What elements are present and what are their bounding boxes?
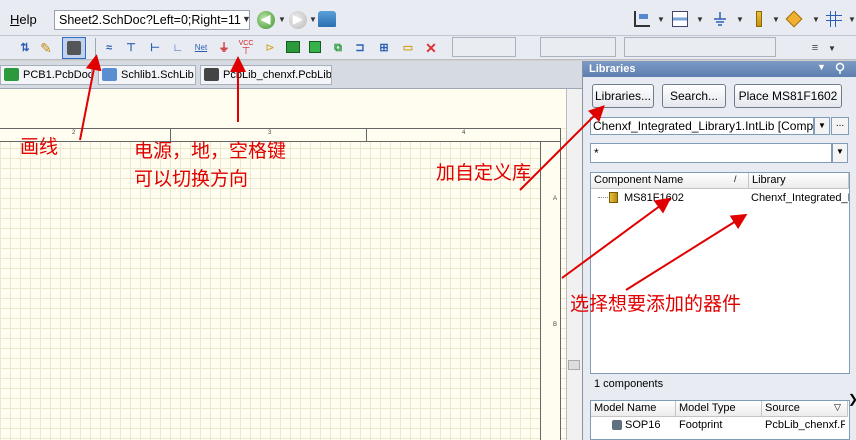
sheet-top-margin: [0, 89, 566, 128]
component-row-library[interactable]: Chenxf_Integrated_L: [751, 191, 849, 205]
toolbar-combo-2[interactable]: [540, 37, 616, 57]
distribute-dropdown-icon[interactable]: ▼: [696, 15, 704, 24]
tab-pcblib-chenxf[interactable]: PcbLib_chenxf.PcbLib: [200, 65, 332, 85]
tree-connector: [598, 197, 608, 198]
toolbar-combo-1[interactable]: [452, 37, 516, 57]
component-count: 1 components: [594, 378, 664, 390]
annotation-select-component: 选择想要添加的器件: [570, 293, 742, 315]
back-arrow-icon: ◀: [261, 12, 271, 26]
harness-icon[interactable]: ⊢: [146, 40, 164, 56]
library-select-dropdown-icon[interactable]: ▼: [814, 117, 830, 135]
toolbar-combo-3[interactable]: [624, 37, 776, 57]
back-dropdown-icon[interactable]: ▼: [278, 15, 286, 24]
component-row-name[interactable]: MS81F1602: [624, 191, 746, 205]
sort-icon: ▽: [834, 402, 841, 412]
annotation-power-ground-2: 可以切换方向: [134, 168, 249, 190]
menu-help[interactable]: Help: [10, 12, 37, 27]
library-more-button[interactable]: ...: [831, 117, 849, 135]
column-header-component-name[interactable]: Component Name: [591, 173, 749, 189]
library-select[interactable]: Chenxf_Integrated_Library1.IntLib [Compo…: [590, 117, 814, 135]
align-dropdown-icon[interactable]: ▼: [657, 15, 665, 24]
border-mark: A: [553, 196, 558, 202]
sheet-border-right: [540, 142, 560, 440]
ruler-label: 2: [72, 130, 76, 136]
annotation-power-ground: 电源，地，空格键: [134, 140, 287, 162]
wire-tool-icon: [67, 41, 81, 55]
grid-icon[interactable]: [826, 11, 842, 27]
component-filter-input[interactable]: *: [590, 143, 832, 163]
schlib-doc-icon: [102, 68, 117, 81]
sheet-symbol-icon[interactable]: [309, 41, 321, 53]
annotation-custom-library: 加自定义库: [436, 162, 532, 184]
forward-dropdown-icon[interactable]: ▼: [309, 15, 317, 24]
document-address-input[interactable]: Sheet2.SchDoc?Left=0;Right=11: [54, 10, 250, 30]
bus-icon[interactable]: ≈: [100, 40, 118, 56]
align-menu-icon[interactable]: ≡: [806, 40, 824, 56]
pin-icon[interactable]: [834, 62, 846, 75]
ruler-label: 4: [462, 130, 466, 136]
align-menu-dropdown-icon[interactable]: ▼: [828, 44, 836, 53]
column-header-model-name[interactable]: Model Name: [591, 401, 676, 417]
power-dropdown-icon[interactable]: ▼: [736, 15, 744, 24]
device-sheet-icon[interactable]: ⊐: [352, 40, 368, 56]
model-row-type[interactable]: Footprint: [679, 418, 759, 432]
gnd-port-icon[interactable]: ⏚: [216, 40, 232, 56]
wand-icon[interactable]: ✎: [38, 40, 54, 56]
tab-pcb1-pcbdoc[interactable]: PCB1.PcbDoc: [0, 65, 92, 85]
model-row-name[interactable]: SOP16: [625, 418, 675, 432]
home-icon[interactable]: [318, 11, 336, 27]
no-erc-icon[interactable]: ✕: [424, 40, 438, 56]
ruler-tick: [366, 128, 367, 142]
filter-dropdown-icon[interactable]: ▼: [832, 143, 848, 163]
column-header-library[interactable]: Library: [749, 173, 849, 189]
parameter-set-icon[interactable]: ▭: [400, 40, 416, 56]
align-tool-icon[interactable]: [634, 11, 650, 27]
port-icon[interactable]: [756, 11, 762, 27]
place-component-button[interactable]: Place MS81F1602: [734, 84, 842, 108]
panel-scroll-right-icon[interactable]: ❯: [848, 392, 856, 406]
junction-dropdown-icon[interactable]: ▼: [812, 15, 820, 24]
signal-harness-icon[interactable]: ∟: [170, 40, 186, 56]
scrollbar-thumb[interactable]: [568, 360, 580, 370]
component-tool-icon[interactable]: [286, 41, 300, 53]
port-dropdown-icon[interactable]: ▼: [772, 15, 780, 24]
sort-icon: /: [734, 174, 737, 184]
border-mark: B: [553, 322, 558, 328]
ground-power-icon[interactable]: [712, 11, 728, 27]
toolbar-separator: [95, 38, 96, 58]
ruler-label: 3: [268, 130, 272, 136]
distribute-tool-icon[interactable]: [672, 11, 688, 27]
forward-arrow-icon: ▶: [293, 12, 303, 26]
model-row-source[interactable]: PcbLib_chenxf.P: [765, 418, 845, 432]
net-label-button[interactable]: Net: [190, 40, 212, 56]
directive-icon[interactable]: ⊞: [376, 40, 392, 56]
address-dropdown-icon[interactable]: ▼: [242, 14, 251, 24]
column-header-model-type[interactable]: Model Type: [676, 401, 762, 417]
component-icon: [609, 192, 618, 203]
port-tool-icon[interactable]: ⊳: [262, 40, 278, 56]
bus-entry-icon[interactable]: ⊤: [122, 40, 140, 56]
sheet-border-line: [560, 128, 561, 440]
grid-dropdown-icon[interactable]: ▼: [848, 15, 856, 24]
canvas-vertical-scrollbar[interactable]: [566, 89, 582, 440]
swap-arrows-icon[interactable]: ⇅: [16, 40, 34, 56]
libraries-button[interactable]: Libraries...: [592, 84, 654, 108]
pcb-doc-icon: [4, 68, 19, 81]
search-button[interactable]: Search...: [662, 84, 726, 108]
tab-schlib1-schlib[interactable]: Schlib1.SchLib: [98, 65, 196, 85]
footprint-icon: [612, 420, 622, 430]
sheet-entry-icon[interactable]: ⧉: [330, 40, 346, 56]
annotation-wire: 画线: [20, 136, 59, 158]
pcblib-doc-icon: [204, 68, 219, 81]
panel-menu-icon[interactable]: ▼: [817, 62, 826, 72]
libraries-panel-title: Libraries: [583, 61, 856, 77]
